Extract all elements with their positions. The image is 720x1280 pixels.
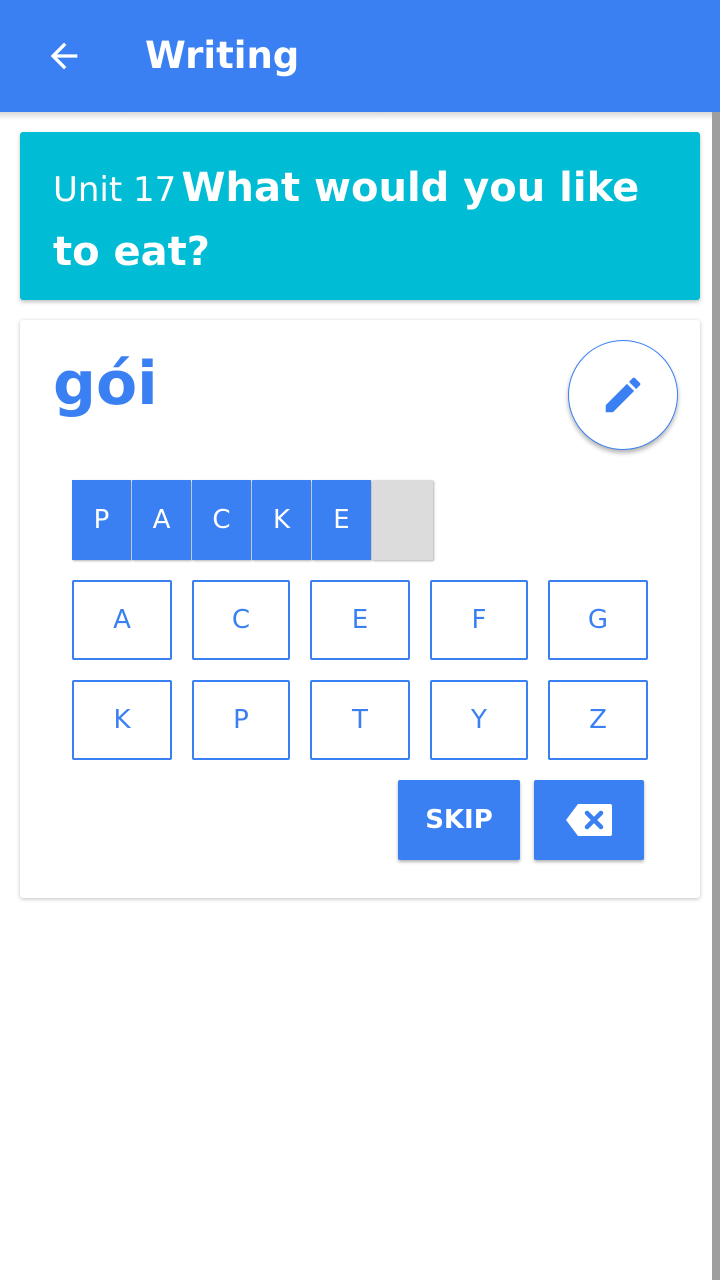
letter-key[interactable]: Y (430, 680, 528, 760)
letter-key[interactable]: P (192, 680, 290, 760)
backspace-button[interactable] (534, 780, 644, 860)
page-title: Writing (145, 34, 300, 77)
letter-key[interactable]: A (72, 580, 172, 660)
unit-number-label: Unit 17 (53, 170, 177, 210)
letter-key[interactable]: K (72, 680, 172, 760)
letter-key[interactable]: C (192, 580, 290, 660)
unit-banner: Unit 17 What would you like to eat? (20, 132, 700, 300)
back-button[interactable] (28, 20, 100, 92)
letter-key[interactable]: F (430, 580, 528, 660)
scrollbar[interactable] (712, 112, 720, 1280)
answer-tile[interactable]: A (132, 480, 191, 560)
backspace-icon (566, 804, 612, 836)
skip-button[interactable]: SKIP (398, 780, 520, 860)
letter-key[interactable]: G (548, 580, 648, 660)
edit-button[interactable] (568, 340, 678, 450)
letter-key[interactable]: E (310, 580, 410, 660)
answer-tile[interactable]: K (252, 480, 311, 560)
letter-key[interactable]: T (310, 680, 410, 760)
exercise-card: gói P A C K E A C E F G K P T Y Z SKIP (20, 320, 700, 898)
letter-key[interactable]: Z (548, 680, 648, 760)
answer-tile[interactable]: E (312, 480, 371, 560)
arrow-left-icon (50, 42, 78, 70)
prompt-word: gói (53, 349, 158, 419)
app-bar: Writing (0, 0, 720, 112)
answer-slot-empty (372, 480, 433, 560)
answer-tile[interactable]: P (72, 480, 131, 560)
app-bar-shadow (0, 112, 720, 120)
answer-row: P A C K E (72, 480, 433, 560)
pencil-icon (605, 377, 641, 413)
answer-tile[interactable]: C (192, 480, 251, 560)
